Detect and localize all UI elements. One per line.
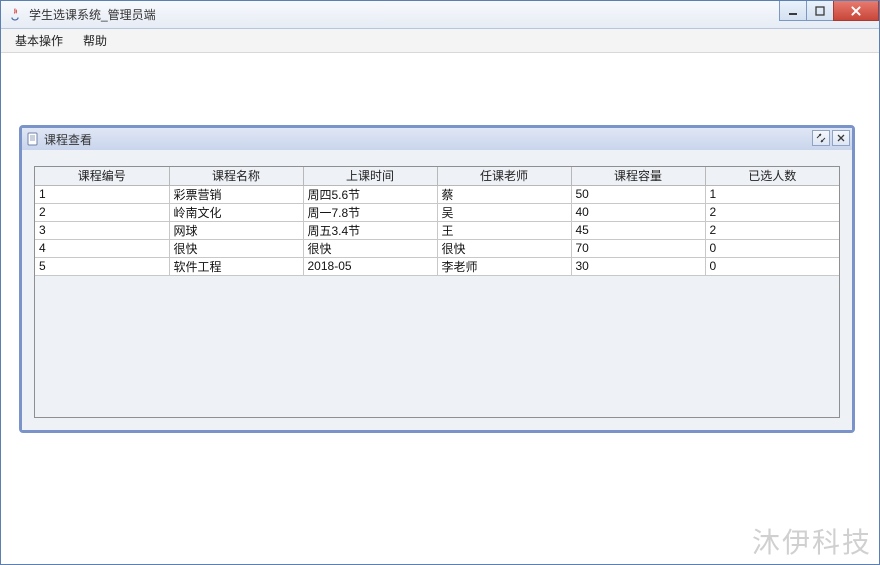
table-empty-area (35, 275, 839, 418)
table-header-row: 课程编号 课程名称 上课时间 任课老师 课程容量 已选人数 (35, 167, 839, 185)
cell-time: 周四5.6节 (303, 185, 437, 203)
course-table-wrap: 课程编号 课程名称 上课时间 任课老师 课程容量 已选人数 1 (34, 166, 840, 418)
internal-close-button[interactable] (832, 130, 850, 146)
cell-time: 周五3.4节 (303, 221, 437, 239)
menu-basic-ops[interactable]: 基本操作 (7, 30, 71, 51)
col-enrolled[interactable]: 已选人数 (705, 167, 839, 185)
cell-teacher: 吴 (437, 203, 571, 221)
col-teacher[interactable]: 任课老师 (437, 167, 571, 185)
cell-id: 5 (35, 257, 169, 275)
cell-capacity: 45 (571, 221, 705, 239)
cell-name: 网球 (169, 221, 303, 239)
internal-maximize-button[interactable] (812, 130, 830, 146)
window-title: 学生选课系统_管理员端 (29, 6, 156, 23)
table-row[interactable]: 3 网球 周五3.4节 王 45 2 (35, 221, 839, 239)
cell-time: 很快 (303, 239, 437, 257)
table-row[interactable]: 1 彩票营销 周四5.6节 蔡 50 1 (35, 185, 839, 203)
table-row[interactable]: 5 软件工程 2018-05 李老师 30 0 (35, 257, 839, 275)
cell-teacher: 很快 (437, 239, 571, 257)
table-row[interactable]: 4 很快 很快 很快 70 0 (35, 239, 839, 257)
menubar: 基本操作 帮助 (1, 29, 879, 53)
cell-time: 周一7.8节 (303, 203, 437, 221)
cell-name: 彩票营销 (169, 185, 303, 203)
cell-enrolled: 2 (705, 221, 839, 239)
cell-capacity: 40 (571, 203, 705, 221)
cell-time: 2018-05 (303, 257, 437, 275)
document-icon (26, 132, 40, 146)
internal-frame-course-view: 课程查看 (19, 125, 855, 433)
cell-name: 很快 (169, 239, 303, 257)
java-icon (7, 7, 23, 23)
col-time[interactable]: 上课时间 (303, 167, 437, 185)
cell-name: 岭南文化 (169, 203, 303, 221)
cell-capacity: 50 (571, 185, 705, 203)
close-button[interactable] (833, 1, 879, 21)
cell-enrolled: 0 (705, 257, 839, 275)
cell-teacher: 王 (437, 221, 571, 239)
minimize-button[interactable] (779, 1, 807, 21)
cell-id: 1 (35, 185, 169, 203)
col-id[interactable]: 课程编号 (35, 167, 169, 185)
cell-id: 3 (35, 221, 169, 239)
app-window: 学生选课系统_管理员端 基本操作 帮助 (0, 0, 880, 565)
cell-enrolled: 2 (705, 203, 839, 221)
table-row[interactable]: 2 岭南文化 周一7.8节 吴 40 2 (35, 203, 839, 221)
internal-frame-title: 课程查看 (44, 131, 92, 148)
client-area: 课程查看 (1, 53, 879, 564)
col-name[interactable]: 课程名称 (169, 167, 303, 185)
titlebar[interactable]: 学生选课系统_管理员端 (1, 1, 879, 29)
window-controls (780, 1, 879, 21)
cell-id: 2 (35, 203, 169, 221)
internal-frame-controls (812, 130, 850, 146)
table-body: 1 彩票营销 周四5.6节 蔡 50 1 2 岭南文化 周一7.8节 (35, 185, 839, 275)
cell-name: 软件工程 (169, 257, 303, 275)
col-capacity[interactable]: 课程容量 (571, 167, 705, 185)
menu-help[interactable]: 帮助 (75, 30, 115, 51)
course-table[interactable]: 课程编号 课程名称 上课时间 任课老师 课程容量 已选人数 1 (35, 167, 839, 276)
cell-teacher: 李老师 (437, 257, 571, 275)
cell-capacity: 30 (571, 257, 705, 275)
cell-teacher: 蔡 (437, 185, 571, 203)
internal-frame-titlebar[interactable]: 课程查看 (22, 128, 852, 150)
cell-id: 4 (35, 239, 169, 257)
maximize-button[interactable] (806, 1, 834, 21)
cell-enrolled: 0 (705, 239, 839, 257)
cell-capacity: 70 (571, 239, 705, 257)
internal-frame-content: 课程编号 课程名称 上课时间 任课老师 课程容量 已选人数 1 (22, 150, 852, 430)
cell-enrolled: 1 (705, 185, 839, 203)
